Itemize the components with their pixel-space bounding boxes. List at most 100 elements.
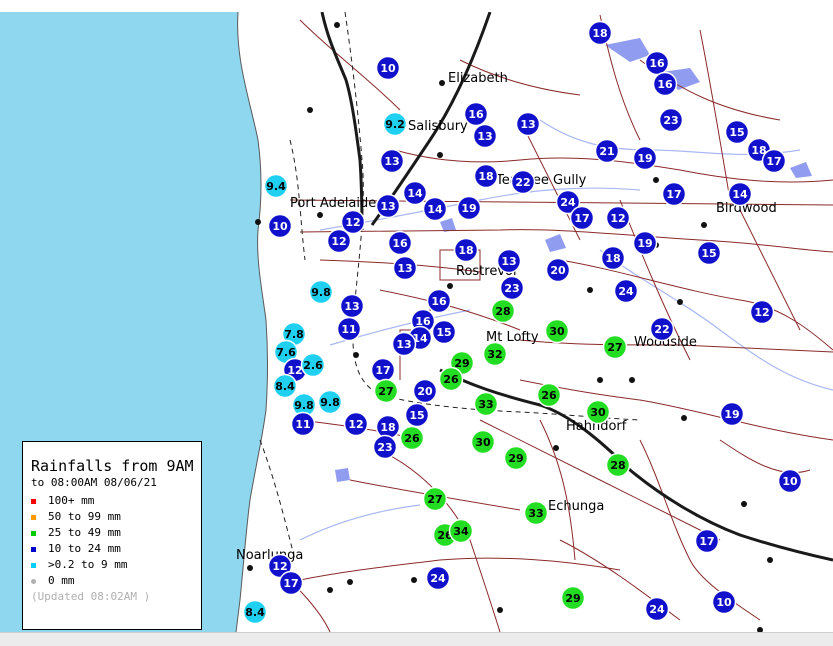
rain-gauge-marker[interactable]: 12 (340, 209, 366, 235)
rain-gauge-marker[interactable]: 10 (267, 213, 293, 239)
rain-gauge-marker[interactable]: 17 (694, 528, 720, 554)
rain-gauge-marker[interactable]: 22 (510, 169, 536, 195)
rain-gauge-marker[interactable]: 18 (453, 237, 479, 263)
rain-gauge-value: 12 (754, 306, 769, 319)
rain-gauge-marker[interactable]: 18 (587, 20, 613, 46)
rain-gauge-marker[interactable]: 17 (661, 181, 687, 207)
rain-gauge-marker[interactable]: 13 (391, 331, 417, 357)
rain-gauge-marker[interactable]: 19 (632, 145, 658, 171)
rain-gauge-value: 22 (654, 323, 669, 336)
town-echunga: Echunga (548, 499, 604, 514)
rain-gauge-value: 13 (396, 338, 411, 351)
rain-gauge-marker[interactable]: 26 (399, 425, 425, 451)
rain-gauge-marker[interactable]: 21 (594, 138, 620, 164)
rain-gauge-marker[interactable]: 10 (777, 468, 803, 494)
rain-gauge-value: 28 (610, 459, 625, 472)
rain-gauge-marker[interactable]: 13 (339, 293, 365, 319)
rain-gauge-marker[interactable]: 18 (600, 245, 626, 271)
rain-gauge-marker[interactable]: 20 (545, 257, 571, 283)
legend-label: 10 to 24 mm (48, 542, 121, 555)
rain-gauge-value: 14 (427, 203, 443, 216)
rain-gauge-value: 10 (782, 475, 798, 488)
rain-gauge-marker[interactable]: 29 (503, 445, 529, 471)
rain-gauge-marker[interactable]: 9.4 (263, 173, 289, 199)
legend-swatch (31, 578, 36, 584)
rain-gauge-marker[interactable]: 10 (711, 589, 737, 615)
rain-gauge-marker[interactable]: 17 (278, 570, 304, 596)
rain-gauge-marker[interactable]: 12 (605, 205, 631, 231)
rain-gauge-marker[interactable]: 34 (448, 518, 474, 544)
rain-gauge-value: 28 (495, 305, 510, 318)
legend-item: 100+ mm (31, 493, 201, 509)
rain-gauge-marker[interactable]: 14 (402, 180, 428, 206)
rain-gauge-marker[interactable]: 15 (404, 402, 430, 428)
rain-gauge-marker[interactable]: 9.8 (317, 389, 343, 415)
rain-gauge-marker[interactable]: 13 (496, 248, 522, 274)
rain-gauge-marker[interactable]: 8.4 (242, 599, 268, 625)
rain-gauge-marker[interactable]: 13 (472, 123, 498, 149)
rain-gauge-marker[interactable]: 16 (644, 50, 670, 76)
rain-gauge-marker[interactable]: 32 (482, 341, 508, 367)
rain-gauge-value: 10 (716, 596, 732, 609)
rain-gauge-marker[interactable]: 19 (632, 230, 658, 256)
rain-gauge-marker[interactable]: 17 (761, 148, 787, 174)
rain-gauge-marker[interactable]: 19 (719, 401, 745, 427)
rain-gauge-marker[interactable]: 30 (544, 318, 570, 344)
rain-gauge-marker[interactable]: 33 (473, 391, 499, 417)
rain-gauge-marker[interactable]: 23 (499, 275, 525, 301)
rain-gauge-marker[interactable]: 26 (536, 382, 562, 408)
rain-gauge-marker[interactable]: 30 (470, 429, 496, 455)
rain-gauge-marker[interactable]: 16 (387, 230, 413, 256)
rain-gauge-marker[interactable]: 22 (649, 316, 675, 342)
rain-gauge-marker[interactable]: 14 (422, 196, 448, 222)
rain-gauge-marker[interactable]: 9.8 (308, 279, 334, 305)
rain-gauge-marker[interactable]: 29 (560, 585, 586, 611)
rain-gauge-marker[interactable]: 24 (425, 565, 451, 591)
rain-gauge-marker[interactable]: 15 (431, 319, 457, 345)
rain-gauge-marker[interactable]: 19 (456, 195, 482, 221)
rain-gauge-marker[interactable]: 27 (373, 378, 399, 404)
rain-gauge-marker[interactable]: 11 (336, 316, 362, 342)
rain-gauge-marker[interactable]: 23 (658, 107, 684, 133)
rain-gauge-marker[interactable]: 2.6 (300, 352, 326, 378)
rain-gauge-marker[interactable]: 24 (644, 596, 670, 622)
rain-gauge-marker[interactable]: 16 (426, 288, 452, 314)
rain-gauge-value: 18 (458, 244, 473, 257)
rain-gauge-marker[interactable]: 16 (463, 101, 489, 127)
rain-gauge-marker[interactable]: 12 (326, 228, 352, 254)
rain-gauge-value: 12 (331, 235, 346, 248)
rain-gauge-marker[interactable]: 28 (490, 298, 516, 324)
rain-gauge-marker[interactable]: 11 (290, 411, 316, 437)
rain-gauge-marker[interactable]: 15 (724, 119, 750, 145)
rain-gauge-marker[interactable]: 12 (343, 411, 369, 437)
rain-gauge-marker[interactable]: 9.2 (382, 111, 408, 137)
rain-gauge-marker[interactable]: 16 (652, 71, 678, 97)
rain-gauge-value: 21 (599, 145, 614, 158)
rain-gauge-marker[interactable]: 13 (375, 193, 401, 219)
rain-gauge-marker[interactable]: 20 (412, 378, 438, 404)
rain-gauge-marker[interactable]: 33 (523, 500, 549, 526)
rain-gauge-marker[interactable]: 23 (372, 434, 398, 460)
rain-gauge-marker[interactable]: 13 (515, 111, 541, 137)
rain-gauge-marker[interactable]: 17 (370, 357, 396, 383)
town-salisbury: Salisbury (408, 119, 468, 134)
rain-gauge-marker[interactable]: 10 (375, 55, 401, 81)
rain-gauge-marker[interactable]: 24 (613, 278, 639, 304)
rain-gauge-marker[interactable]: 27 (422, 486, 448, 512)
rain-gauge-marker[interactable]: 14 (727, 181, 753, 207)
rain-gauge-marker[interactable]: 28 (605, 452, 631, 478)
rain-gauge-marker[interactable]: 26 (438, 366, 464, 392)
rain-gauge-marker[interactable]: 30 (585, 399, 611, 425)
rain-gauge-marker[interactable]: 8.4 (272, 373, 298, 399)
legend-swatch (31, 498, 36, 504)
rain-gauge-value: 29 (508, 452, 523, 465)
rain-gauge-marker[interactable]: 12 (749, 299, 775, 325)
rain-gauge-marker[interactable]: 13 (379, 148, 405, 174)
rain-gauge-marker[interactable]: 17 (569, 205, 595, 231)
rain-gauge-marker[interactable]: 15 (696, 240, 722, 266)
rain-gauge-marker[interactable]: 13 (392, 255, 418, 281)
rain-gauge-marker[interactable]: 27 (602, 334, 628, 360)
rain-gauge-marker[interactable]: 18 (375, 414, 401, 440)
rain-gauge-value: 17 (283, 577, 298, 590)
rain-gauge-marker[interactable]: 18 (473, 163, 499, 189)
